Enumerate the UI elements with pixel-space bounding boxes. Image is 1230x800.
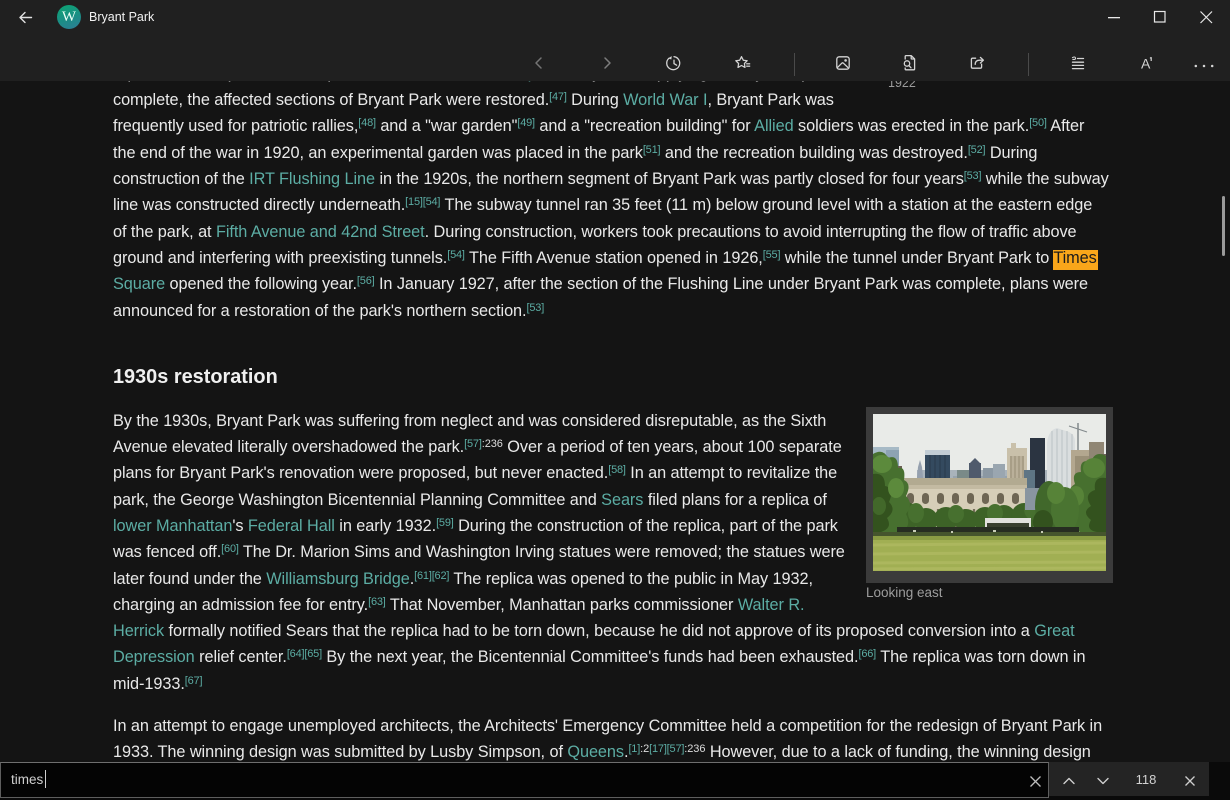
svg-text:A: A — [1141, 56, 1151, 72]
